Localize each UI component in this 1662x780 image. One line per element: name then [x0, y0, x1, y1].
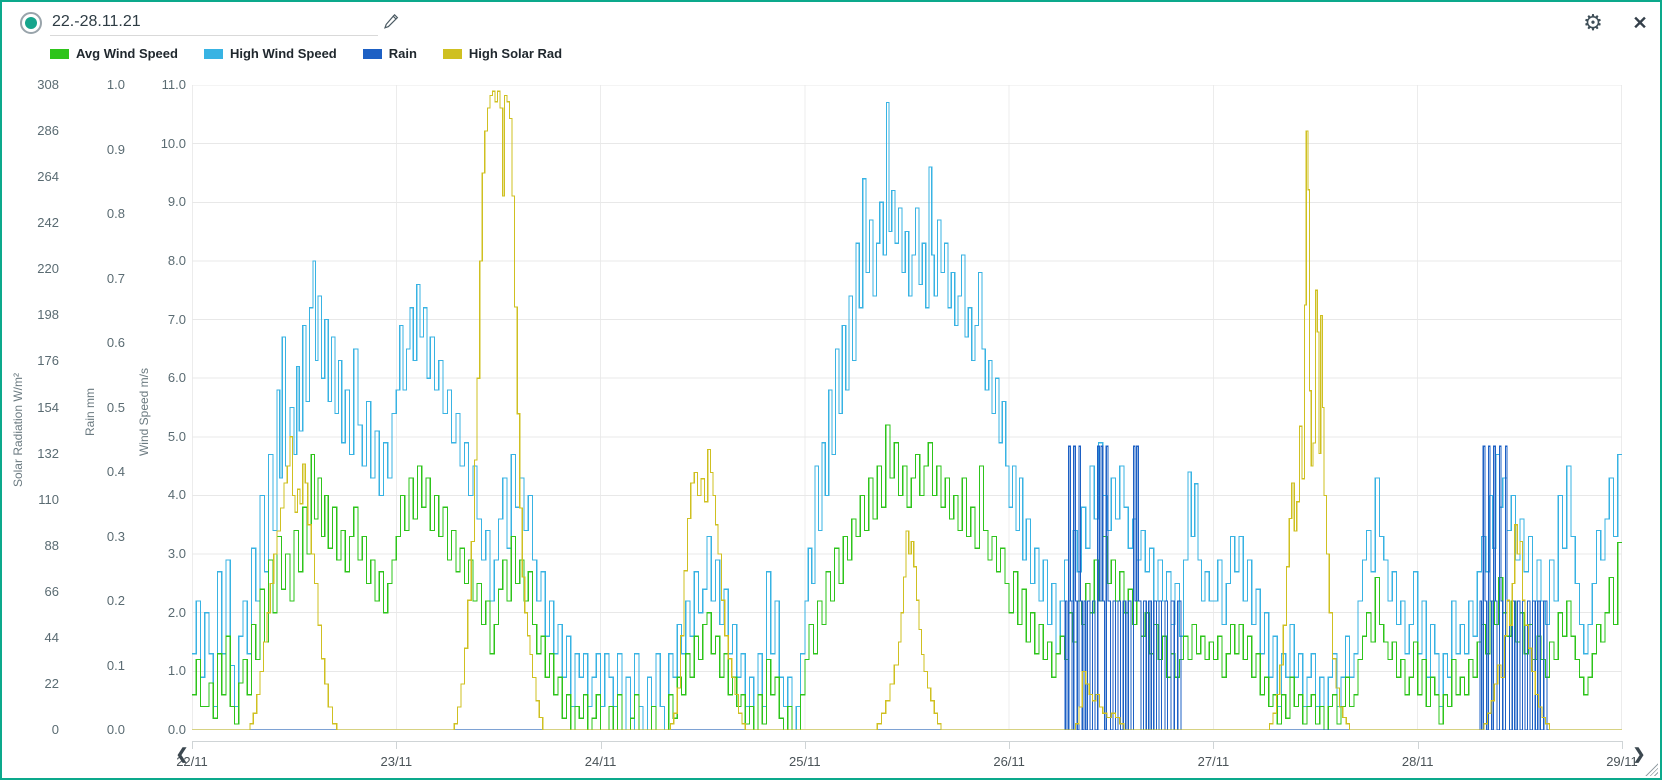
y-tick-label-wind: 0.0	[138, 722, 186, 738]
y-axis-title-rain: Rain mm	[83, 262, 97, 562]
legend: Avg Wind Speed High Wind Speed Rain High So…	[50, 46, 562, 61]
y-tick-label-rain: 0.9	[77, 142, 125, 158]
record-ring-icon	[20, 12, 42, 34]
y-tick-label-solar: 264	[11, 169, 59, 185]
y-tick-label-solar: 242	[11, 215, 59, 231]
legend-item-avg-wind-speed[interactable]: Avg Wind Speed	[50, 46, 178, 61]
y-tick-label-solar: 44	[11, 630, 59, 646]
x-tick	[805, 741, 806, 749]
y-tick-label-rain: 0.0	[77, 722, 125, 738]
x-tick-label: 23/11	[364, 754, 428, 769]
legend-swatch-icon	[443, 49, 462, 59]
legend-label: High Wind Speed	[230, 46, 337, 61]
x-tick	[601, 741, 602, 749]
settings-gear-icon[interactable]: ⚙	[1580, 9, 1606, 37]
y-tick-label-wind: 1.0	[138, 663, 186, 679]
x-tick	[1622, 741, 1623, 749]
x-tick-label: 25/11	[773, 754, 837, 769]
legend-swatch-icon	[363, 49, 382, 59]
x-tick	[1418, 741, 1419, 749]
series-high-wind-speed	[192, 103, 1622, 730]
plot-area[interactable]	[192, 85, 1622, 730]
x-axis-line	[192, 741, 1622, 742]
x-tick	[1213, 741, 1214, 749]
legend-item-rain[interactable]: Rain	[363, 46, 417, 61]
close-icon[interactable]: ✕	[1628, 10, 1652, 36]
x-tick-label: 24/11	[569, 754, 633, 769]
x-tick	[396, 741, 397, 749]
x-tick	[192, 741, 193, 749]
date-range-input[interactable]	[50, 8, 378, 36]
y-tick-label-rain: 1.0	[77, 77, 125, 93]
legend-item-high-wind-speed[interactable]: High Wind Speed	[204, 46, 337, 61]
legend-swatch-icon	[50, 49, 69, 59]
x-tick-label: 27/11	[1181, 754, 1245, 769]
y-tick-label-wind: 11.0	[138, 77, 186, 93]
y-tick-label-solar: 22	[11, 676, 59, 692]
y-tick-label-wind: 9.0	[138, 194, 186, 210]
series-high-solar-rad	[192, 91, 1622, 730]
y-tick-label-solar: 66	[11, 584, 59, 600]
legend-label: Rain	[389, 46, 417, 61]
x-tick	[1009, 741, 1010, 749]
x-tick-label: 28/11	[1386, 754, 1450, 769]
next-period-button[interactable]: ❯	[1631, 745, 1647, 765]
y-axis-title-wind: Wind Speed m/s	[137, 262, 151, 562]
y-tick-label-rain: 0.8	[77, 206, 125, 222]
weather-widget: ⚙ ✕ Avg Wind Speed High Wind Speed Rain Hig…	[0, 0, 1662, 780]
x-tick-label: 26/11	[977, 754, 1041, 769]
legend-swatch-icon	[204, 49, 223, 59]
y-tick-label-wind: 2.0	[138, 605, 186, 621]
legend-label: High Solar Rad	[469, 46, 562, 61]
y-tick-label-solar: 0	[11, 722, 59, 738]
x-tick-label: 22/11	[160, 754, 224, 769]
y-tick-label-solar: 308	[11, 77, 59, 93]
y-tick-label-rain: 0.2	[77, 593, 125, 609]
y-tick-label-solar: 220	[11, 261, 59, 277]
y-tick-label-rain: 0.1	[77, 658, 125, 674]
record-dot-icon	[25, 17, 37, 29]
y-tick-label-wind: 10.0	[138, 136, 186, 152]
legend-label: Avg Wind Speed	[76, 46, 178, 61]
legend-item-high-solar-rad[interactable]: High Solar Rad	[443, 46, 562, 61]
y-tick-label-solar: 286	[11, 123, 59, 139]
y-axis-title-solar: Solar Radiation W/m²	[11, 280, 25, 580]
prev-period-button[interactable]: ❮	[174, 745, 190, 765]
edit-pencil-icon[interactable]	[382, 13, 400, 31]
series-avg-wind-speed	[192, 425, 1622, 730]
